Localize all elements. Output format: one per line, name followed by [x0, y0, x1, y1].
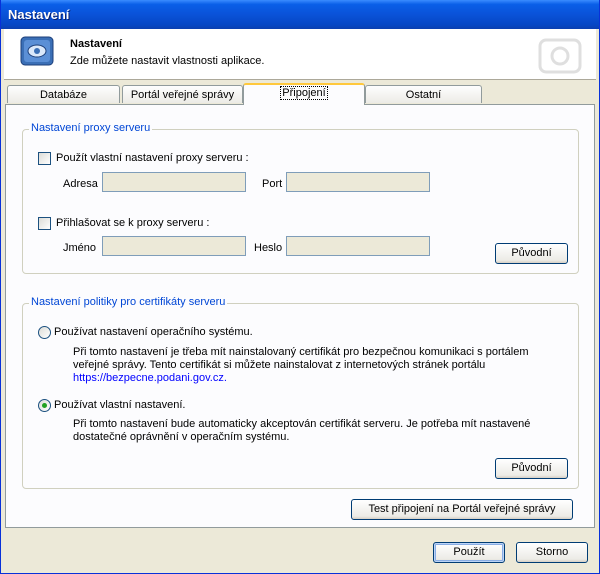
password-label: Heslo	[254, 242, 283, 254]
tab-label: Ostatní	[405, 89, 442, 101]
proxy-group: Nastavení proxy serveru Použít vlastní n…	[22, 122, 579, 274]
password-input[interactable]	[286, 236, 430, 256]
use-custom-settings-label: Používat vlastní nastavení.	[54, 399, 186, 411]
dialog-header: Nastavení Zde můžete nastavit vlastnosti…	[4, 29, 596, 80]
address-label: Adresa	[63, 178, 98, 190]
tab-label: Připojení	[280, 86, 328, 100]
cert-default-button[interactable]: Původní	[495, 458, 568, 479]
use-custom-settings-radio[interactable]	[38, 399, 51, 412]
name-label: Jméno	[63, 242, 97, 254]
title-bar[interactable]: Nastavení	[1, 0, 599, 29]
tab-portal[interactable]: Portál veřejné správy	[122, 85, 243, 103]
window-title: Nastavení	[8, 7, 70, 22]
tab-label: Databáze	[39, 89, 88, 101]
apply-button[interactable]: Použít	[433, 542, 505, 563]
use-proxy-checkbox[interactable]	[38, 152, 51, 165]
cancel-button[interactable]: Storno	[516, 542, 588, 563]
port-label: Port	[262, 178, 283, 190]
header-title: Nastavení	[70, 38, 122, 50]
os-desc-line: veřejné správy. Tento certifikát si může…	[73, 359, 486, 371]
custom-settings-description: Při tomto nastavení bude automaticky akc…	[73, 418, 530, 444]
tab-ostatni[interactable]: Ostatní	[365, 85, 482, 103]
portal-certificate-link[interactable]: https://bezpecne.podani.gov.cz.	[73, 372, 529, 385]
proxy-login-label: Přihlašovat se k proxy serveru :	[56, 217, 210, 229]
settings-dialog: Nastavení Nastavení Zde můžete nastavit …	[0, 0, 600, 574]
cert-policy-group: Nastavení politiky pro certifikáty serve…	[22, 296, 579, 489]
port-input[interactable]	[286, 172, 430, 192]
tab-label: Portál veřejné správy	[130, 89, 235, 101]
proxy-group-title: Nastavení proxy serveru	[29, 122, 153, 134]
proxy-default-button[interactable]: Původní	[495, 243, 568, 264]
tab-strip: Databáze Portál veřejné správy Připojení…	[5, 83, 595, 105]
test-connection-button[interactable]: Test připojení na Portál veřejné správy	[351, 499, 573, 520]
custom-desc-line: Při tomto nastavení bude automaticky akc…	[73, 418, 531, 430]
tab-pripojeni[interactable]: Připojení	[243, 83, 365, 105]
tab-databaze[interactable]: Databáze	[7, 85, 120, 103]
proxy-login-checkbox[interactable]	[38, 217, 51, 230]
use-proxy-label: Použít vlastní nastavení proxy serveru :	[56, 152, 249, 164]
cert-group-title: Nastavení politiky pro certifikáty serve…	[29, 296, 228, 308]
os-settings-description: Při tomto nastavení je třeba mít nainsta…	[73, 346, 529, 385]
name-input[interactable]	[102, 236, 246, 256]
header-subtitle: Zde můžete nastavit vlastnosti aplikace.	[70, 55, 265, 67]
use-os-settings-radio[interactable]	[38, 326, 51, 339]
address-input[interactable]	[102, 172, 246, 192]
use-os-settings-label: Používat nastavení operačního systému.	[54, 326, 253, 338]
settings-app-icon	[20, 36, 54, 66]
tab-page-pripojeni: Nastavení proxy serveru Použít vlastní n…	[5, 104, 595, 528]
watermark-gear-icon	[538, 38, 582, 74]
custom-desc-line: dostatečné oprávnění v operačním systému…	[73, 431, 290, 443]
os-desc-line: Při tomto nastavení je třeba mít nainsta…	[73, 346, 529, 358]
